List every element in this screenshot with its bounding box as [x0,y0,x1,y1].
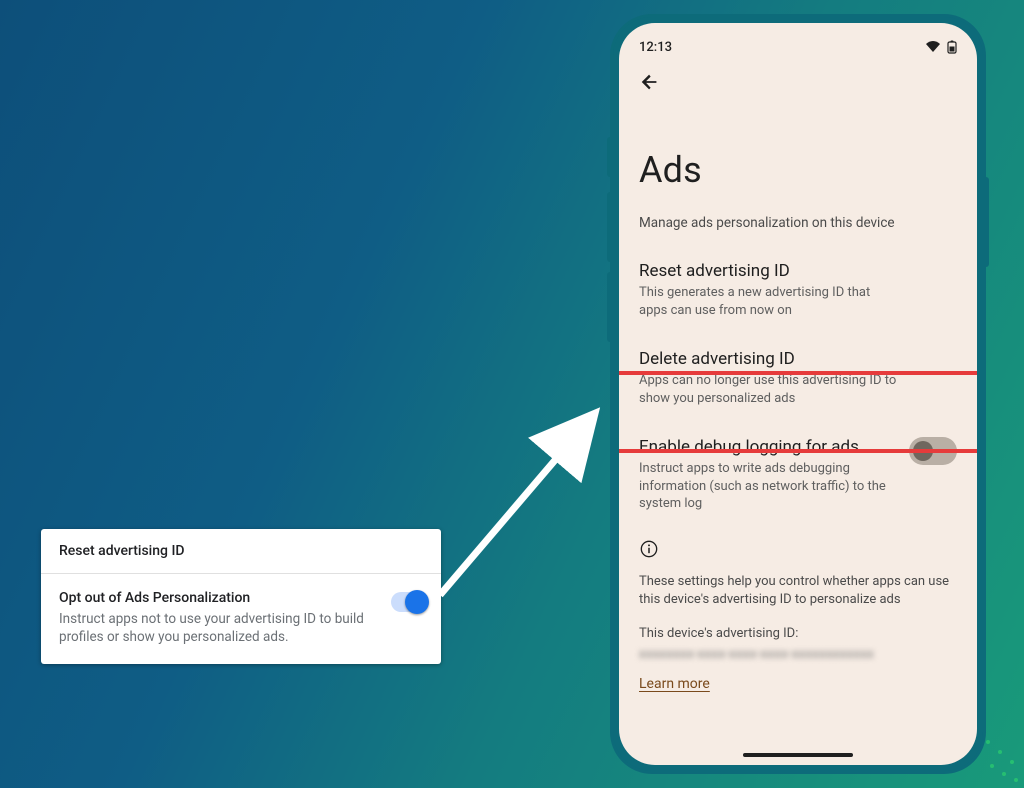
setting-title: Reset advertising ID [639,261,899,281]
page-subtitle: Manage ads personalization on this devic… [639,215,957,231]
legacy-settings-card: Reset advertising ID Opt out of Ads Pers… [41,529,441,664]
legacy-reset-row[interactable]: Reset advertising ID [41,529,441,574]
learn-more-link[interactable]: Learn more [639,676,710,692]
legacy-reset-title: Reset advertising ID [59,543,185,559]
phone-mockup: 12:13 Ads Manage ads personalization on … [610,14,986,774]
gesture-nav-bar[interactable] [743,753,853,757]
status-bar: 12:13 [639,37,957,57]
decorative-dots [980,724,1020,784]
wifi-icon [925,41,941,53]
battery-icon [947,40,957,54]
arrow-icon [420,400,610,610]
info-paragraph: These settings help you control whether … [639,573,957,609]
setting-title: Delete advertising ID [639,349,899,369]
back-button[interactable] [639,71,957,93]
ad-id-value: xxxxxxxx-xxxx-xxxx-xxxx-xxxxxxxxxxxx [639,647,957,662]
legacy-optout-row[interactable]: Opt out of Ads Personalization Instruct … [41,574,441,664]
phone-side-button [607,272,611,342]
info-icon [639,539,957,559]
setting-desc: This generates a new advertising ID that… [639,284,899,319]
setting-reset-advertising-id[interactable]: Reset advertising ID This generates a ne… [639,261,957,319]
setting-desc: Apps can no longer use this advertising … [639,372,899,407]
ad-id-label: This device's advertising ID: [639,625,957,643]
phone-side-button [607,192,611,262]
page-title: Ads [639,149,957,191]
setting-debug-logging[interactable]: Enable debug logging for ads Instruct ap… [639,437,957,513]
setting-delete-advertising-id[interactable]: Delete advertising ID Apps can no longer… [639,349,957,407]
phone-side-button [607,137,611,177]
setting-desc: Instruct apps to write ads debugging inf… [639,460,895,513]
phone-side-button [985,177,989,267]
status-time: 12:13 [639,40,672,55]
phone-screen: 12:13 Ads Manage ads personalization on … [619,23,977,765]
legacy-optout-title: Opt out of Ads Personalization [59,590,379,606]
legacy-optout-sub: Instruct apps not to use your advertisin… [59,610,379,646]
debug-logging-toggle[interactable] [909,437,957,465]
setting-title: Enable debug logging for ads [639,437,895,457]
